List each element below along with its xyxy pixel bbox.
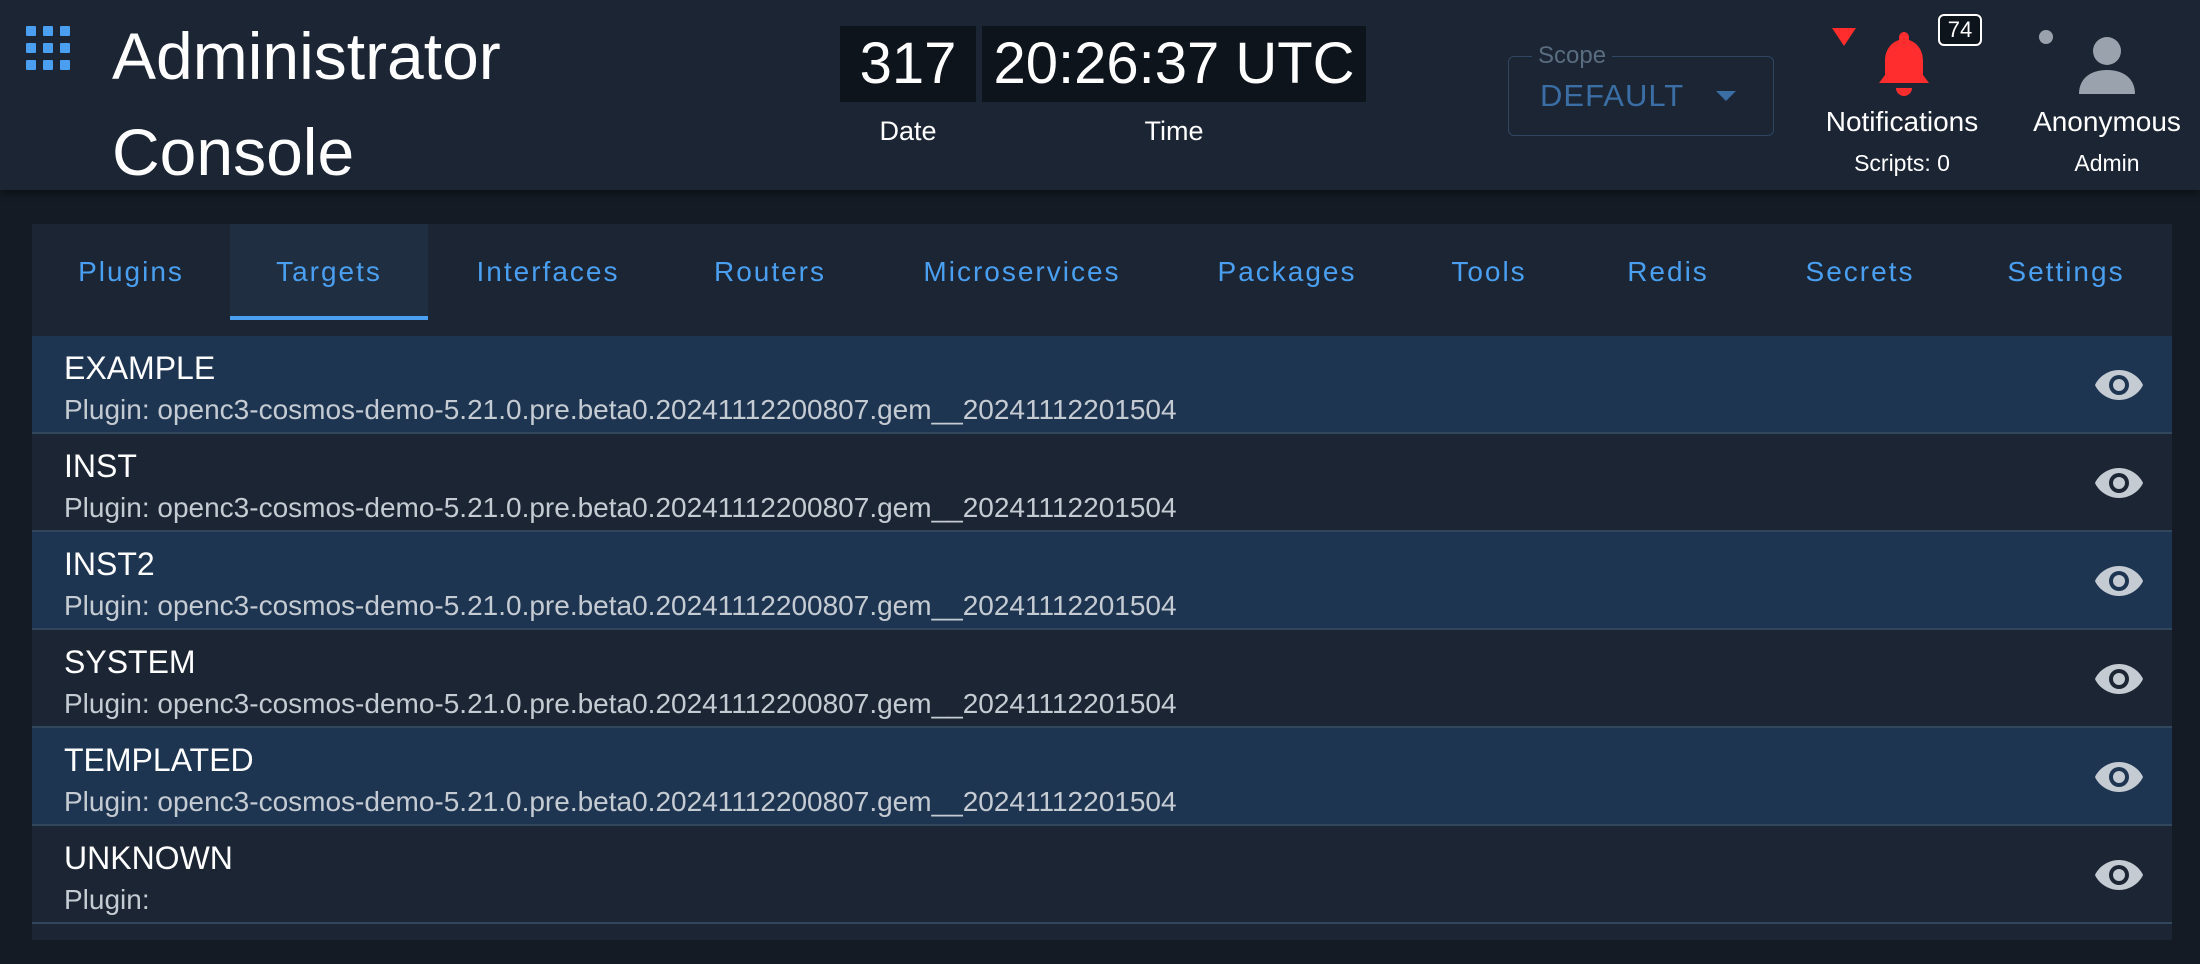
tab-plugins[interactable]: Plugins xyxy=(32,224,230,320)
list-item[interactable]: SYSTEM Plugin: openc3-cosmos-demo-5.21.0… xyxy=(32,630,2172,728)
target-name: TEMPLATED xyxy=(64,742,254,778)
apps-grid-icon[interactable] xyxy=(26,26,70,70)
tab-microservices[interactable]: Microservices xyxy=(872,224,1172,320)
status-dot xyxy=(2039,30,2053,44)
eye-icon[interactable] xyxy=(2094,368,2144,402)
chevron-down-icon[interactable] xyxy=(1716,91,1736,101)
list-item[interactable]: UNKNOWN Plugin: xyxy=(32,826,2172,924)
eye-icon[interactable] xyxy=(2094,760,2144,794)
target-plugin: Plugin: openc3-cosmos-demo-5.21.0.pre.be… xyxy=(64,590,1177,621)
tab-tools[interactable]: Tools xyxy=(1402,224,1576,320)
user-name[interactable]: Anonymous xyxy=(2024,106,2190,138)
tab-routers[interactable]: Routers xyxy=(668,224,872,320)
alert-triangle-icon xyxy=(1832,28,1856,46)
list-item[interactable]: TEMPLATED Plugin: openc3-cosmos-demo-5.2… xyxy=(32,728,2172,826)
target-name: EXAMPLE xyxy=(64,350,216,386)
target-plugin: Plugin: openc3-cosmos-demo-5.21.0.pre.be… xyxy=(64,492,1177,523)
target-name: INST xyxy=(64,448,137,484)
target-name: SYSTEM xyxy=(64,644,196,680)
target-name: INST2 xyxy=(64,546,155,582)
target-list: EXAMPLE Plugin: openc3-cosmos-demo-5.21.… xyxy=(32,336,2172,924)
app-title-line1: Administrator xyxy=(112,19,501,93)
scope-value: DEFAULT xyxy=(1540,78,1685,113)
eye-icon[interactable] xyxy=(2094,662,2144,696)
target-plugin: Plugin: openc3-cosmos-demo-5.21.0.pre.be… xyxy=(64,688,1177,719)
user-role: Admin xyxy=(2074,150,2140,176)
tab-targets[interactable]: Targets xyxy=(230,224,428,320)
tab-redis[interactable]: Redis xyxy=(1576,224,1760,320)
target-plugin: Plugin: openc3-cosmos-demo-5.21.0.pre.be… xyxy=(64,786,1177,817)
tab-secrets[interactable]: Secrets xyxy=(1760,224,1960,320)
list-item[interactable]: INST2 Plugin: openc3-cosmos-demo-5.21.0.… xyxy=(32,532,2172,630)
tab-interfaces[interactable]: Interfaces xyxy=(428,224,668,320)
notification-count-badge: 74 xyxy=(1938,14,1982,46)
admin-card: Plugins Targets Interfaces Routers Micro… xyxy=(32,224,2172,940)
list-item[interactable]: INST Plugin: openc3-cosmos-demo-5.21.0.p… xyxy=(32,434,2172,532)
date-label: Date xyxy=(879,116,937,146)
account-icon[interactable] xyxy=(2076,34,2138,96)
target-plugin: Plugin: xyxy=(64,884,150,915)
tab-packages[interactable]: Packages xyxy=(1172,224,1402,320)
target-name: UNKNOWN xyxy=(64,840,233,876)
tab-settings[interactable]: Settings xyxy=(1960,224,2172,320)
time-display: 20:26:37 UTC xyxy=(982,26,1366,102)
bell-icon[interactable] xyxy=(1876,28,1932,98)
scripts-count: Scripts: 0 xyxy=(1854,150,1950,176)
app-title-line2: Console xyxy=(112,115,355,189)
time-label: Time xyxy=(1144,116,1204,146)
eye-icon[interactable] xyxy=(2094,564,2144,598)
tab-bar: Plugins Targets Interfaces Routers Micro… xyxy=(32,224,2172,320)
app-title: Administrator Console xyxy=(112,8,552,200)
app-header: Administrator Console 317 20:26:37 UTC D… xyxy=(0,0,2200,190)
eye-icon[interactable] xyxy=(2094,858,2144,892)
notifications-label[interactable]: Notifications xyxy=(1812,106,1992,138)
scope-label: Scope xyxy=(1532,42,1613,70)
target-plugin: Plugin: openc3-cosmos-demo-5.21.0.pre.be… xyxy=(64,394,1177,425)
eye-icon[interactable] xyxy=(2094,466,2144,500)
list-item[interactable]: EXAMPLE Plugin: openc3-cosmos-demo-5.21.… xyxy=(32,336,2172,434)
date-display: 317 xyxy=(840,26,976,102)
